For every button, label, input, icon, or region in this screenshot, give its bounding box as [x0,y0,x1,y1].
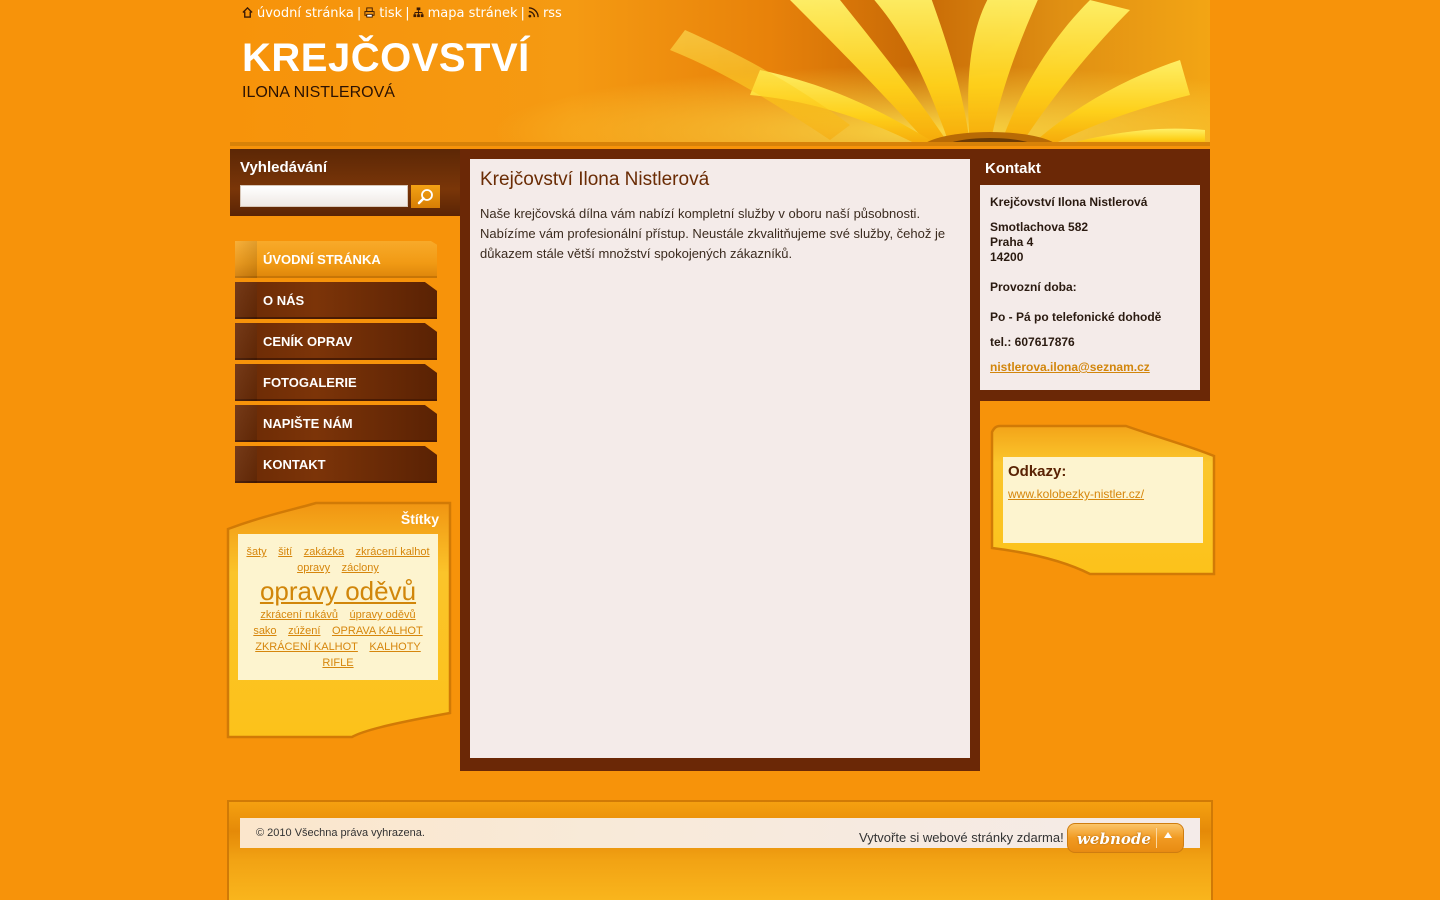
printer-icon [364,7,375,18]
tag-link[interactable]: zúžení [288,625,320,637]
contact-city: Praha 4 [990,235,1034,249]
contact-company: Krejčovství Ilona Nistlerová [990,195,1148,209]
intro-paragraph: Naše krejčovská dílna vám nabízí komplet… [480,206,946,261]
tag-link[interactable]: šaty [246,546,266,558]
main-menu: ÚVODNÍ STRÁNKA O NÁS CENÍK OPRAV FOTOGAL… [235,241,437,487]
menu-item-gallery[interactable]: FOTOGALERIE [235,364,437,401]
menu-item-home[interactable]: ÚVODNÍ STRÁNKA [235,241,437,278]
tags-title: Štítky [400,511,439,527]
menu-item-label: KONTAKT [263,457,326,472]
menu-item-decoration [235,405,257,442]
webnode-logo-button[interactable]: webnode [1067,823,1184,853]
topnav-rss-label: rss [542,6,562,21]
site-title[interactable]: KREJČOVSTVÍ [242,36,530,81]
contact-hours: Po - Pá po telefonické dohodě [990,310,1162,324]
topnav-separator: | [405,6,410,21]
contact-title: Kontakt [985,160,1041,177]
contact-zip: 14200 [990,250,1024,264]
tag-link[interactable]: úpravy oděvů [350,609,416,621]
topnav-separator: | [356,6,362,21]
search-button[interactable] [411,185,440,208]
sitemap-icon [413,7,424,18]
tag-link[interactable]: zkrácení kalhot [356,546,430,558]
topnav-rss-link[interactable]: rss [528,6,562,21]
contact-hours-label: Provozní doba: [990,280,1077,294]
links-panel: Odkazy: www.kolobezky-nistler.cz/ [1003,457,1203,543]
menu-item-label: NAPIŠTE NÁM [263,416,353,431]
tag-link[interactable]: záclony [342,562,379,574]
external-link[interactable]: www.kolobezky-nistler.cz/ [1008,487,1144,501]
contact-email-link[interactable]: nistlerova.ilona@seznam.cz [990,360,1150,374]
menu-item-about[interactable]: O NÁS [235,282,437,319]
menu-item-pricelist[interactable]: CENÍK OPRAV [235,323,437,360]
home-icon [242,7,253,18]
contact-phone: tel.: 607617876 [990,335,1075,349]
menu-item-decoration [235,282,257,319]
tag-link[interactable]: OPRAVA KALHOT [332,625,423,637]
tag-link[interactable]: ZKRÁCENÍ KALHOT [255,641,358,653]
menu-item-label: O NÁS [263,293,305,308]
tag-link[interactable]: šití [278,546,292,558]
promo-text[interactable]: Vytvořte si webové stránky zdarma! [859,830,1064,845]
menu-item-decoration [235,241,257,278]
menu-item-label: CENÍK OPRAV [263,334,353,349]
header-bottom-line [230,142,1210,146]
tag-link[interactable]: zkrácení rukávů [260,609,338,621]
tag-link[interactable]: RIFLE [322,657,353,669]
logo-divider [1156,828,1157,848]
copyright-text: © 2010 Všechna práva vyhrazena. [256,827,425,839]
topnav-sitemap-link[interactable]: mapa stránek [413,6,518,21]
tag-link[interactable]: KALHOTY [369,641,420,653]
topnav-home-label: úvodní stránka [257,6,354,21]
topnav-home-link[interactable]: úvodní stránka [242,6,354,21]
contact-details: Krejčovství Ilona Nistlerová Smotlachova… [980,185,1200,390]
rss-icon [528,7,539,18]
menu-item-write-us[interactable]: NAPIŠTE NÁM [235,405,437,442]
footer [227,800,1213,900]
search-input[interactable] [240,185,408,207]
topnav-print-label: tisk [379,6,403,21]
links-title: Odkazy: [1008,463,1067,480]
page-heading: Krejčovství Ilona Nistlerová [480,169,710,190]
menu-item-contact[interactable]: KONTAKT [235,446,437,483]
menu-item-decoration [235,323,257,360]
contact-street: Smotlachova 582 [990,220,1089,234]
main-content: Krejčovství Ilona Nistlerová Naše krejčo… [470,159,970,758]
tag-link-featured[interactable]: opravy oděvů [260,576,416,606]
tag-link[interactable]: opravy [297,562,330,574]
arrow-up-icon [1164,832,1172,838]
webnode-logo-text: webnode [1077,830,1151,848]
topnav-sitemap-label: mapa stránek [427,6,518,21]
tag-cloud: šaty šití zakázka zkrácení kalhot opravy… [238,534,438,680]
menu-item-label: ÚVODNÍ STRÁNKA [263,252,381,267]
site-subtitle: ILONA NISTLEROVÁ [242,84,395,101]
tag-link[interactable]: sako [253,625,276,637]
menu-item-label: FOTOGALERIE [263,375,357,390]
tag-link[interactable]: zakázka [304,546,344,558]
topnav-separator: | [520,6,525,21]
search-title: Vyhledávání [240,159,327,176]
topnav-print-link[interactable]: tisk [364,6,402,21]
magnifier-icon [417,189,433,205]
search-panel: Vyhledávání [230,149,460,216]
menu-item-decoration [235,446,257,483]
menu-item-decoration [235,364,257,401]
top-navigation: úvodní stránka | tisk | mapa stránek | rss [242,6,562,21]
